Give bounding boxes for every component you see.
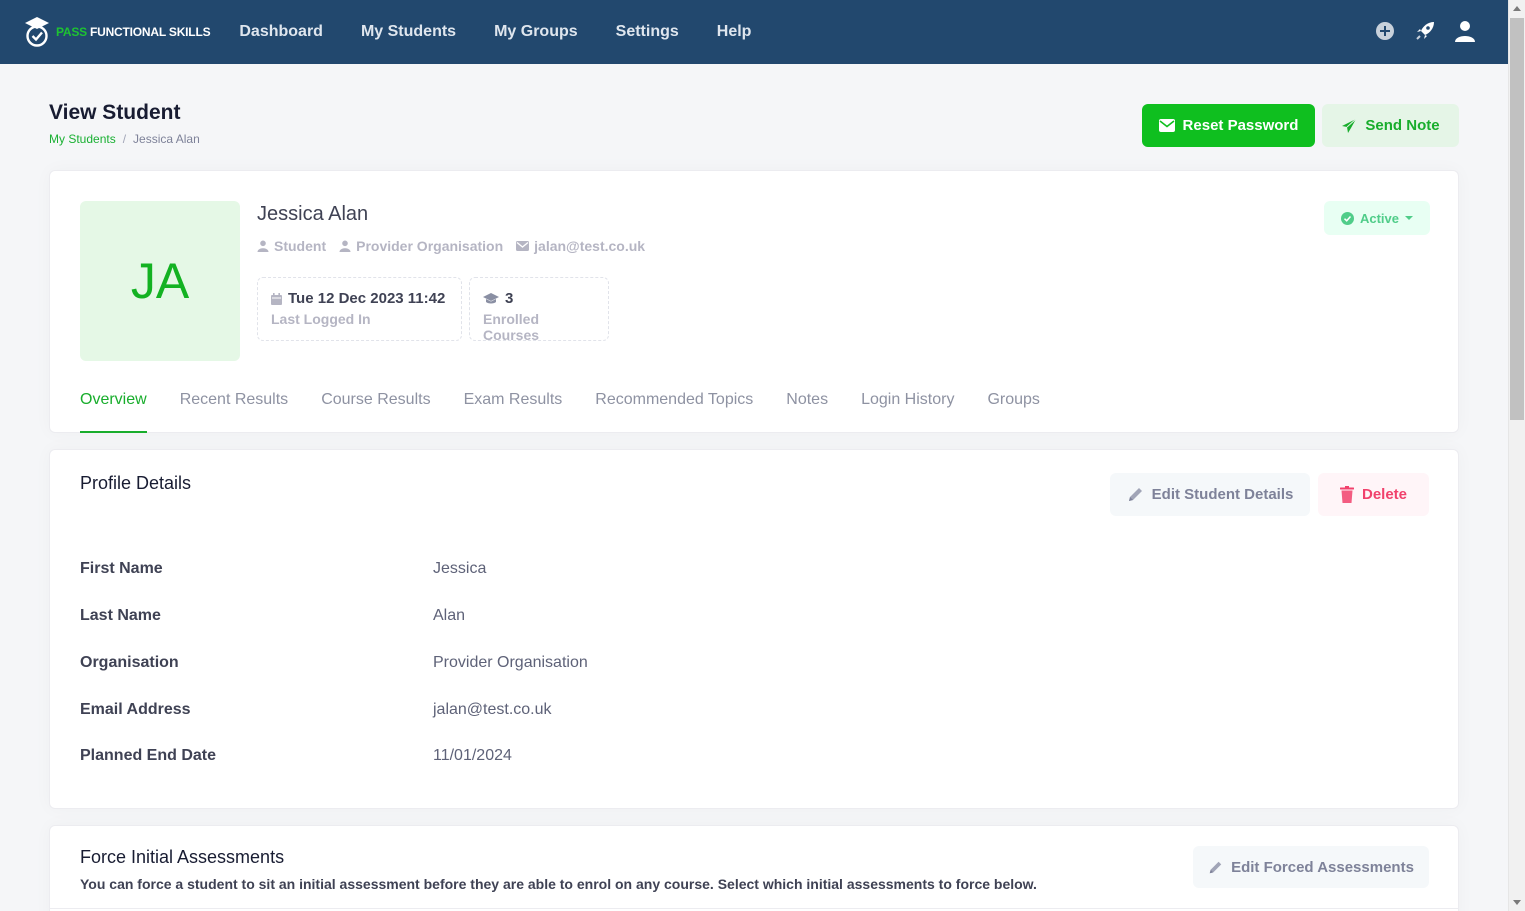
nav-my-groups[interactable]: My Groups — [494, 23, 578, 41]
meta-role: Student — [257, 238, 326, 254]
last-logged-in-date: Tue 12 Dec 2023 11:42 — [288, 290, 446, 307]
scroll-thumb[interactable] — [1510, 18, 1524, 420]
tab-recommended-topics[interactable]: Recommended Topics — [595, 391, 753, 433]
tab-exam-results[interactable]: Exam Results — [464, 391, 563, 433]
graduation-cap-icon — [483, 292, 499, 305]
nav-my-students[interactable]: My Students — [361, 23, 456, 41]
edit-forced-assessments-button[interactable]: Edit Forced Assessments — [1193, 846, 1429, 888]
force-assessments-title: Force Initial Assessments — [80, 847, 285, 867]
add-circle-icon[interactable] — [1372, 18, 1398, 44]
enrolled-count: 3 — [505, 290, 514, 307]
calendar-icon — [271, 292, 282, 305]
breadcrumb-current: Jessica Alan — [133, 132, 200, 146]
nav-dashboard[interactable]: Dashboard — [239, 23, 323, 41]
detail-value: Provider Organisation — [433, 654, 588, 671]
divider — [50, 908, 1458, 909]
envelope-icon — [1158, 119, 1175, 132]
send-note-label: Send Note — [1365, 117, 1440, 134]
detail-value: jalan@test.co.uk — [433, 701, 552, 718]
tab-overview[interactable]: Overview — [80, 391, 147, 433]
force-assessments-card: Force Initial Assessments You can force … — [49, 825, 1459, 911]
check-circle-icon — [1340, 211, 1354, 225]
stat-enrolled-value: 3 — [483, 290, 595, 307]
stat-enrolled-courses: 3 Enrolled Courses — [469, 277, 609, 343]
page-title: View Student — [49, 101, 181, 124]
meta-email-label: jalan@test.co.uk — [534, 238, 646, 254]
profile-details-title: Profile Details — [80, 473, 192, 493]
enrolled-courses-label: Enrolled Courses — [483, 311, 540, 343]
force-assessments-description: You can force a student to sit an initia… — [80, 876, 1037, 892]
tab-course-results[interactable]: Course Results — [321, 391, 430, 433]
edit-student-details-label: Edit Student Details — [1151, 486, 1294, 503]
student-tabs: Overview Recent Results Course Results E… — [80, 391, 1073, 433]
main-nav: Dashboard My Students My Groups Settings… — [239, 23, 789, 41]
delete-student-button[interactable]: Delete — [1318, 473, 1429, 516]
breadcrumb-my-students[interactable]: My Students — [49, 132, 116, 146]
envelope-icon — [516, 241, 530, 251]
detail-label: Planned End Date — [80, 747, 217, 764]
status-dropdown[interactable]: Active — [1324, 201, 1430, 235]
pencil-icon — [1127, 486, 1144, 503]
scroll-down-arrow-icon[interactable] — [1513, 900, 1521, 905]
top-navbar: PASS FUNCTIONAL SKILLS Dashboard My Stude… — [0, 0, 1508, 64]
brand-logo[interactable]: PASS FUNCTIONAL SKILLS — [24, 16, 211, 48]
tab-login-history[interactable]: Login History — [861, 391, 954, 433]
detail-value: Jessica — [433, 560, 487, 577]
tab-groups[interactable]: Groups — [987, 391, 1039, 433]
send-note-button[interactable]: Send Note — [1322, 104, 1459, 147]
reset-password-label: Reset Password — [1182, 117, 1299, 134]
detail-label: Last Name — [80, 607, 161, 624]
detail-value: 11/01/2024 — [433, 747, 512, 764]
brand-name: PASS FUNCTIONAL SKILLS — [56, 25, 211, 39]
status-label: Active — [1359, 210, 1400, 226]
graduation-check-icon — [25, 17, 49, 47]
detail-label: Email Address — [80, 701, 191, 718]
meta-organisation: Provider Organisation — [339, 238, 503, 254]
brand-pass-text: PASS — [56, 25, 87, 39]
detail-value: Alan — [433, 607, 466, 624]
nav-actions — [1358, 18, 1478, 44]
meta-organisation-label: Provider Organisation — [356, 238, 504, 254]
nav-settings[interactable]: Settings — [616, 23, 679, 41]
stat-last-logged-in-value: Tue 12 Dec 2023 11:42 — [271, 290, 448, 307]
edit-student-details-button[interactable]: Edit Student Details — [1110, 473, 1310, 516]
detail-label: First Name — [80, 560, 163, 577]
delete-label: Delete — [1361, 486, 1408, 503]
rocket-icon[interactable] — [1412, 18, 1438, 44]
tab-recent-results[interactable]: Recent Results — [180, 391, 289, 433]
user-account-icon[interactable] — [1452, 18, 1478, 44]
breadcrumb-separator: / — [122, 132, 127, 146]
user-icon — [257, 240, 269, 252]
profile-details-card: Profile Details Edit Student Details Del… — [49, 449, 1459, 809]
scroll-up-arrow-icon[interactable] — [1513, 6, 1521, 11]
student-name: Jessica Alan — [257, 203, 369, 225]
user-icon — [339, 240, 351, 252]
pencil-icon — [1208, 860, 1223, 875]
paper-plane-icon — [1341, 118, 1357, 134]
meta-email[interactable]: jalan@test.co.uk — [516, 238, 645, 254]
page-scrollbar[interactable] — [1508, 0, 1525, 911]
edit-forced-assessments-label: Edit Forced Assessments — [1231, 858, 1414, 876]
nav-help[interactable]: Help — [717, 23, 752, 41]
student-profile-card: JA Jessica Alan Student Provider Organis… — [49, 170, 1459, 433]
stat-last-logged-in: Tue 12 Dec 2023 11:42 Last Logged In — [257, 277, 462, 341]
student-meta: Student Provider Organisation jalan@test… — [257, 238, 658, 254]
last-logged-in-label: Last Logged In — [271, 311, 371, 327]
breadcrumb: My Students / Jessica Alan — [49, 132, 200, 146]
avatar: JA — [80, 201, 240, 361]
caret-down-icon — [1405, 216, 1414, 220]
meta-role-label: Student — [274, 238, 327, 254]
detail-label: Organisation — [80, 654, 179, 671]
trash-icon — [1339, 486, 1354, 503]
tab-notes[interactable]: Notes — [786, 391, 828, 433]
brand-rest-text: FUNCTIONAL SKILLS — [90, 25, 211, 39]
reset-password-button[interactable]: Reset Password — [1142, 104, 1315, 147]
